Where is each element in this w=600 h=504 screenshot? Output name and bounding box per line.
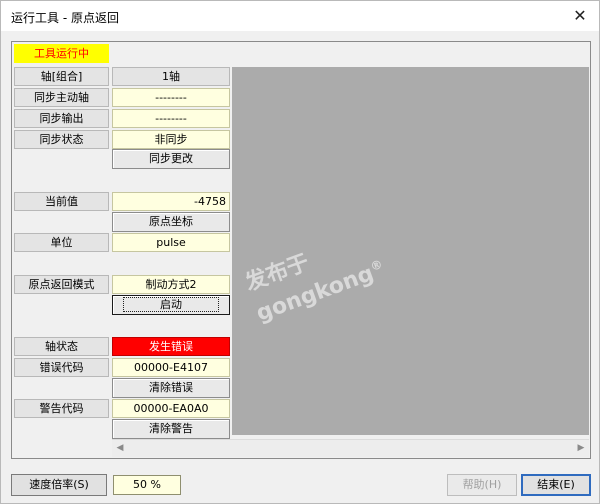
sync-change-button[interactable]: 同步更改: [112, 149, 230, 169]
close-icon[interactable]: ✕: [569, 6, 591, 26]
graph-area: [232, 67, 589, 435]
start-button-label: 启动: [123, 297, 219, 312]
status-banner: 工具运行中: [14, 44, 109, 63]
sync-output-value: --------: [112, 109, 230, 128]
warning-code-value: 00000-EA0A0: [112, 399, 230, 418]
error-code-label: 错误代码: [14, 358, 109, 377]
window-title: 运行工具 - 原点返回: [11, 11, 119, 25]
axis-label: 轴[组合]: [14, 67, 109, 86]
return-mode-label: 原点返回模式: [14, 275, 109, 294]
scroll-right-icon[interactable]: ▶: [576, 443, 586, 453]
axis-value: 1轴: [112, 67, 230, 86]
return-mode-value[interactable]: 制动方式2: [112, 275, 230, 294]
clear-warning-button[interactable]: 清除警告: [112, 419, 230, 439]
sync-output-label: 同步输出: [14, 109, 109, 128]
sync-state-label: 同步状态: [14, 130, 109, 149]
unit-value: pulse: [112, 233, 230, 252]
speed-rate-button[interactable]: 速度倍率(S): [11, 474, 107, 496]
origin-coord-button[interactable]: 原点坐标: [112, 212, 230, 232]
horizontal-scrollbar[interactable]: ◀ ▶: [112, 439, 589, 457]
start-button[interactable]: 启动: [112, 295, 230, 315]
title-bar: 运行工具 - 原点返回 ✕: [1, 1, 599, 31]
end-button[interactable]: 结束(E): [521, 474, 591, 496]
current-value: -4758: [112, 192, 230, 211]
sync-master-label: 同步主动轴: [14, 88, 109, 107]
error-code-value: 00000-E4107: [112, 358, 230, 377]
axis-state-value: 发生错误: [112, 337, 230, 356]
sync-master-value: --------: [112, 88, 230, 107]
unit-label: 单位: [14, 233, 109, 252]
axis-state-label: 轴状态: [14, 337, 109, 356]
warning-code-label: 警告代码: [14, 399, 109, 418]
current-value-label: 当前值: [14, 192, 109, 211]
speed-rate-value: 50 %: [113, 475, 181, 495]
scroll-left-icon[interactable]: ◀: [115, 443, 125, 453]
tool-window: 运行工具 - 原点返回 ✕ 工具运行中 轴[组合] 1轴 同步主动轴 -----…: [0, 0, 600, 504]
tool-panel: 工具运行中 轴[组合] 1轴 同步主动轴 -------- 同步输出 -----…: [11, 41, 591, 459]
help-button[interactable]: 帮助(H): [447, 474, 517, 496]
sync-state-value: 非同步: [112, 130, 230, 149]
clear-error-button[interactable]: 清除错误: [112, 378, 230, 398]
